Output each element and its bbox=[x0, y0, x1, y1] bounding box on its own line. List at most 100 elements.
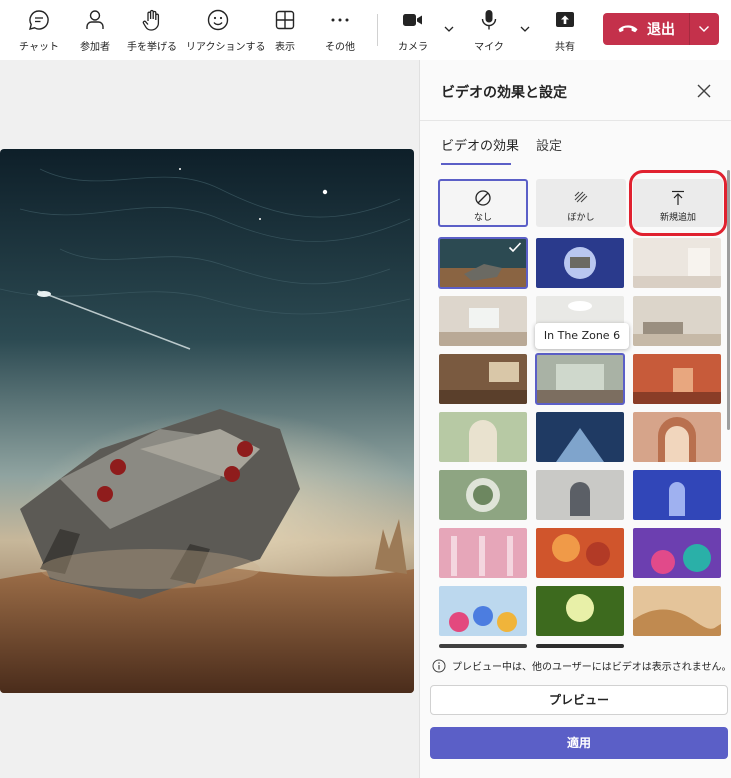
participants-label: 参加者 bbox=[80, 42, 110, 53]
tab-active-indicator bbox=[441, 163, 511, 165]
lounge-thumbnail-image bbox=[633, 296, 721, 346]
mic-options-chevron-down-icon[interactable] bbox=[518, 22, 532, 36]
raise-hand-label: 手を挙げる bbox=[127, 42, 177, 53]
mic-label: マイク bbox=[474, 42, 504, 53]
partial-thumbnail-image bbox=[536, 644, 624, 648]
blue-door-thumbnail-image bbox=[633, 470, 721, 520]
background-thumbnail[interactable] bbox=[633, 470, 721, 520]
background-thumbnail-partial[interactable] bbox=[439, 644, 527, 648]
leave-separator bbox=[689, 13, 690, 45]
purple-plants-thumbnail-image bbox=[633, 528, 721, 578]
background-thumbnail[interactable] bbox=[439, 528, 527, 578]
background-thumbnail-partial[interactable] bbox=[536, 644, 624, 648]
view-button[interactable]: 表示 bbox=[257, 8, 313, 56]
reactions-label: リアクションする bbox=[186, 42, 266, 53]
background-thumbnail[interactable] bbox=[633, 354, 721, 404]
camera-options-chevron-down-icon[interactable] bbox=[442, 22, 456, 36]
background-thumbnail[interactable] bbox=[439, 470, 527, 520]
toolbar-divider bbox=[377, 14, 378, 46]
smiley-icon bbox=[207, 9, 229, 31]
more-label: その他 bbox=[325, 42, 355, 53]
autumn-forest-thumbnail-image bbox=[536, 528, 624, 578]
leave-button[interactable]: 退出 bbox=[603, 13, 719, 45]
reactions-button[interactable]: リアクションする bbox=[186, 8, 266, 56]
share-label: 共有 bbox=[555, 42, 575, 53]
camera-button[interactable]: カメラ bbox=[385, 8, 441, 56]
meeting-toolbar: チャット 参加者 手を挙げる リアクションする 表示 その他 カメラ マイク 共… bbox=[0, 0, 731, 61]
colorful-balls-thumbnail-image bbox=[439, 586, 527, 636]
effect-blur-tile[interactable]: ぼかし bbox=[536, 179, 626, 227]
hand-icon bbox=[142, 9, 160, 31]
grey-arch-thumbnail-image bbox=[536, 470, 624, 520]
round-window-thumbnail-image bbox=[439, 470, 527, 520]
panel-header-divider bbox=[420, 120, 731, 121]
no-effect-icon bbox=[475, 190, 491, 206]
selected-check-icon bbox=[508, 242, 522, 253]
mic-button[interactable]: マイク bbox=[461, 8, 517, 56]
panel-scrollbar[interactable] bbox=[727, 170, 730, 430]
more-dots-icon bbox=[331, 18, 349, 22]
background-thumbnail[interactable] bbox=[536, 586, 624, 636]
pink-columns-thumbnail-image bbox=[439, 528, 527, 578]
background-thumbnail[interactable] bbox=[536, 238, 624, 288]
camera-icon bbox=[403, 14, 422, 26]
green-arch-thumbnail-image bbox=[439, 412, 527, 462]
blue-cave-thumbnail-image bbox=[536, 412, 624, 462]
background-thumbnail[interactable] bbox=[536, 528, 624, 578]
grid-view-icon bbox=[275, 10, 295, 30]
background-thumbnail[interactable] bbox=[439, 354, 527, 404]
raise-hand-button[interactable]: 手を挙げる bbox=[124, 8, 180, 56]
background-thumbnail[interactable] bbox=[633, 586, 721, 636]
chat-label: チャット bbox=[19, 42, 59, 53]
tab-settings[interactable]: 設定 bbox=[536, 135, 562, 154]
desert-arch-thumbnail-image bbox=[633, 412, 721, 462]
background-thumbnail[interactable] bbox=[633, 238, 721, 288]
cozy-room-thumbnail-image bbox=[439, 354, 527, 404]
info-icon bbox=[432, 659, 446, 673]
share-button[interactable]: 共有 bbox=[537, 8, 593, 56]
space-ship-background-image bbox=[0, 149, 414, 693]
camera-label: カメラ bbox=[398, 42, 428, 53]
warp-tunnel-thumbnail-image bbox=[536, 238, 624, 288]
preview-button[interactable]: プレビュー bbox=[430, 685, 728, 715]
tab-video-effects[interactable]: ビデオの効果 bbox=[441, 135, 519, 154]
background-thumbnail[interactable] bbox=[439, 296, 527, 346]
video-stage bbox=[0, 60, 419, 778]
effect-none-label: なし bbox=[473, 213, 492, 223]
background-thumbnail-hovered[interactable] bbox=[535, 353, 625, 405]
video-preview bbox=[0, 149, 414, 693]
background-thumbnail[interactable] bbox=[536, 470, 624, 520]
microphone-icon bbox=[481, 10, 497, 30]
highlight-annotation bbox=[629, 170, 727, 236]
partial-thumbnail-image bbox=[439, 644, 527, 648]
chat-button[interactable]: チャット bbox=[11, 8, 67, 56]
effect-none-tile[interactable]: なし bbox=[438, 179, 528, 227]
background-thumbnail[interactable] bbox=[633, 412, 721, 462]
white-room-thumbnail-image bbox=[633, 238, 721, 288]
orange-room-thumbnail-image bbox=[633, 354, 721, 404]
share-screen-icon bbox=[556, 12, 574, 27]
close-icon[interactable] bbox=[696, 83, 712, 99]
forest-light-thumbnail-image bbox=[536, 586, 624, 636]
background-thumbnail[interactable] bbox=[439, 586, 527, 636]
more-button[interactable]: その他 bbox=[312, 8, 368, 56]
view-label: 表示 bbox=[275, 42, 295, 53]
background-thumbnail[interactable] bbox=[439, 412, 527, 462]
background-thumbnail[interactable] bbox=[536, 412, 624, 462]
thumbnail-tooltip: In The Zone 6 bbox=[535, 323, 629, 349]
window-room-thumbnail-image bbox=[439, 296, 527, 346]
background-thumbnail[interactable] bbox=[633, 296, 721, 346]
background-thumbnail[interactable] bbox=[633, 528, 721, 578]
phone-hangup-icon bbox=[618, 25, 638, 33]
participants-button[interactable]: 参加者 bbox=[67, 8, 123, 56]
blur-icon bbox=[574, 191, 588, 203]
panel-title: ビデオの効果と設定 bbox=[441, 85, 567, 101]
preview-notice: プレビュー中は、他のユーザーにはビデオは表示されません。 bbox=[430, 656, 731, 676]
leave-options-chevron-down-icon[interactable] bbox=[697, 22, 711, 36]
people-icon bbox=[86, 10, 104, 29]
desert-hills-thumbnail-image bbox=[633, 586, 721, 636]
in-the-zone-thumbnail-image bbox=[536, 354, 624, 404]
apply-button[interactable]: 適用 bbox=[430, 727, 728, 759]
effect-blur-label: ぼかし bbox=[567, 213, 595, 223]
chat-icon bbox=[29, 10, 49, 30]
